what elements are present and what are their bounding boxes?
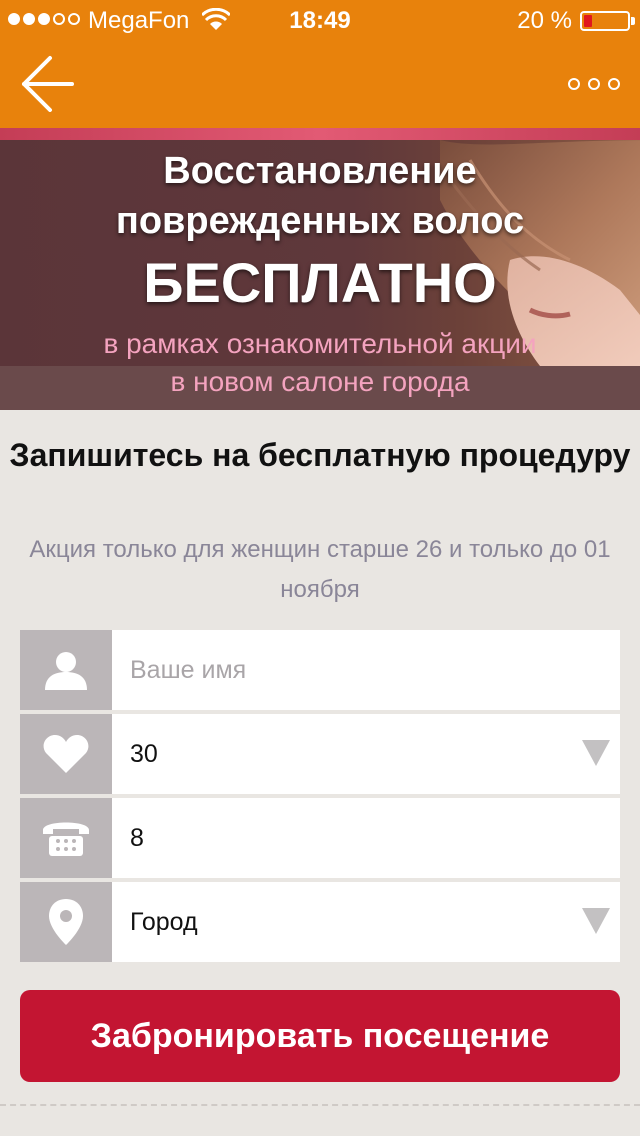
more-options-button[interactable]: [562, 66, 626, 102]
promo-note: Акция только для женщин старше 26 и толь…: [29, 536, 611, 603]
banner-title-line3: БЕСПЛАТНО: [143, 251, 497, 314]
phone-input[interactable]: 8: [130, 798, 144, 878]
banner-title-line1: Восстановление: [163, 150, 477, 192]
back-button[interactable]: [14, 52, 84, 112]
battery-icon: [580, 11, 630, 31]
more-dots-icon: [588, 78, 600, 90]
book-visit-button[interactable]: Забронировать посещение: [20, 990, 620, 1082]
phone-field[interactable]: 8: [20, 798, 620, 878]
form-heading: Запишитесь на бесплатную процедуру: [9, 437, 631, 473]
age-select[interactable]: 30: [20, 714, 620, 794]
promo-banner: Восстановление поврежденных волос БЕСПЛА…: [0, 128, 640, 410]
more-dots-icon: [608, 78, 620, 90]
name-field[interactable]: Ваше имя: [20, 630, 620, 710]
battery-percent: 20 %: [517, 7, 572, 34]
location-pin-icon: [20, 882, 112, 962]
person-icon: [20, 630, 112, 710]
battery-tip: [631, 17, 635, 25]
name-input[interactable]: Ваше имя: [130, 630, 246, 710]
banner-subtitle-line1: в рамках ознакомительной акции: [103, 328, 537, 359]
heart-icon: [20, 714, 112, 794]
age-value[interactable]: 30: [130, 714, 158, 794]
banner-subtitle-line2: в новом салоне города: [170, 366, 470, 397]
dropdown-arrow-icon[interactable]: [582, 908, 610, 934]
dropdown-arrow-icon[interactable]: [582, 740, 610, 766]
more-dots-icon: [568, 78, 580, 90]
divider: [0, 1104, 640, 1106]
phone-icon: [20, 798, 112, 878]
city-value[interactable]: Город: [130, 882, 198, 962]
banner-title-line2: поврежденных волос: [115, 200, 525, 242]
app-header: MegaFon 18:49 20 %: [0, 0, 640, 128]
city-select[interactable]: Город: [20, 882, 620, 962]
arrow-left-icon: [22, 56, 74, 112]
banner-top-strip: [0, 128, 640, 140]
status-bar: MegaFon 18:49 20 %: [0, 0, 640, 40]
battery-level: [584, 15, 593, 27]
